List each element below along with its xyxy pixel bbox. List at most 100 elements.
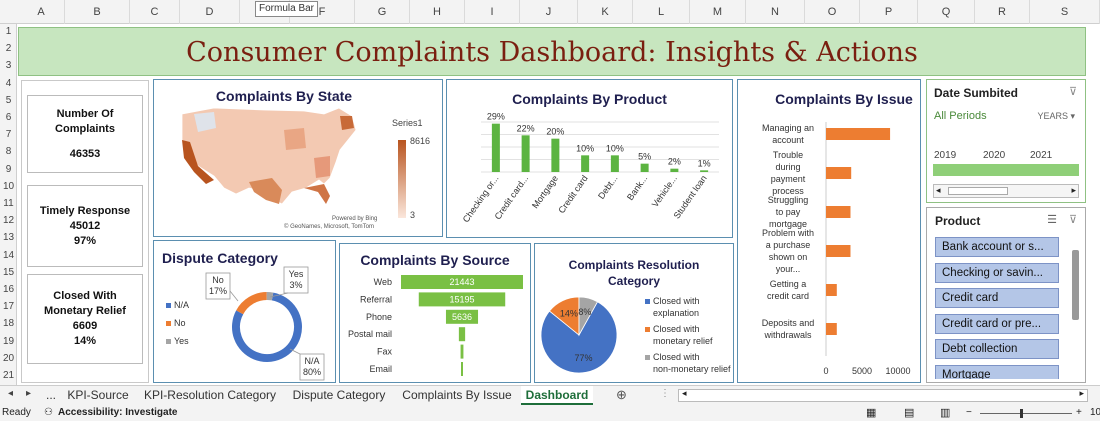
tab-kpi-resolution[interactable]: KPI-Resolution Category	[138, 386, 282, 405]
row-header-19[interactable]: 19	[0, 334, 17, 350]
row-header-5[interactable]: 5	[0, 93, 17, 109]
row-header-18[interactable]: 18	[0, 316, 17, 332]
row-header-17[interactable]: 17	[0, 299, 17, 315]
row-header-10[interactable]: 10	[0, 179, 17, 195]
slicer-item[interactable]: Debt collection	[935, 339, 1059, 359]
dispute-chart[interactable]: Dispute Category N/A No Yes N/A 80% No 17% Yes 3…	[153, 240, 336, 383]
row-header-bar: 1 2 3 4 5 6 7 8 9 10 11 12 13 14 15 16 17 18 19 20 21	[0, 24, 17, 385]
row-header-14[interactable]: 14	[0, 248, 17, 264]
zoom-in-icon[interactable]: +	[1076, 405, 1082, 421]
row-header-1[interactable]: 1	[0, 24, 17, 40]
more-sheets[interactable]: ...	[42, 386, 60, 405]
row-header-12[interactable]: 12	[0, 213, 17, 229]
horizontal-scrollbar[interactable]: ◂ ▸	[678, 388, 1088, 402]
slicer-item[interactable]: Credit card	[935, 288, 1059, 308]
slicer-scrollbar[interactable]	[1072, 250, 1079, 320]
page-layout-icon[interactable]: ▤	[904, 405, 914, 421]
scroll-right-icon[interactable]: ▸	[1071, 185, 1076, 196]
page-break-icon[interactable]: ▥	[940, 405, 950, 421]
row-header-15[interactable]: 15	[0, 265, 17, 281]
row-header-7[interactable]: 7	[0, 127, 17, 143]
data-label: 77%	[574, 353, 592, 363]
column-header-L[interactable]: L	[633, 0, 690, 24]
column-header-P[interactable]: P	[860, 0, 918, 24]
zoom-out-icon[interactable]: −	[966, 405, 972, 421]
column-header-G[interactable]: G	[355, 0, 410, 24]
scroll-left-icon[interactable]: ◂	[682, 388, 687, 399]
column-header-K[interactable]: K	[578, 0, 633, 24]
tab-dashboard[interactable]: Dashboard	[521, 386, 593, 405]
tab-kpi-source[interactable]: KPI-Source	[62, 386, 134, 405]
scroll-left-icon[interactable]: ◂	[936, 185, 941, 196]
normal-view-icon[interactable]: ▦	[866, 405, 876, 421]
row-header-2[interactable]: 2	[0, 41, 17, 57]
zoom-slider-thumb[interactable]	[1020, 409, 1023, 418]
funnel-bar	[460, 344, 464, 359]
category-line: Managing an	[762, 123, 814, 133]
scroll-right-icon[interactable]: ▸	[1079, 388, 1084, 399]
timeline-scrollbar[interactable]: ◂ ▸	[933, 184, 1079, 198]
slicer-item[interactable]: Credit card or pre...	[935, 313, 1059, 334]
slicer-item[interactable]: Mortgage	[935, 364, 1059, 379]
clear-filter-icon[interactable]: ⊽	[1069, 85, 1077, 98]
row-header-16[interactable]: 16	[0, 282, 17, 298]
column-header-A[interactable]: A	[18, 0, 65, 24]
column-header-N[interactable]: N	[746, 0, 805, 24]
column-header-O[interactable]: O	[805, 0, 860, 24]
category-line: credit card	[767, 291, 809, 301]
source-chart[interactable]: Complaints By Source 21443 Web 15195 Referr…	[339, 243, 531, 383]
chevron-down-icon: ▾	[1070, 111, 1075, 121]
column-header-M[interactable]: M	[690, 0, 746, 24]
product-slicer[interactable]: Product ☰ ⊽ Bank account or s... Checking…	[926, 207, 1086, 383]
accessibility-status[interactable]: Accessibility: Investigate	[58, 405, 178, 421]
column-header-B[interactable]: B	[65, 0, 130, 24]
product-chart[interactable]: Complaints By Product 29% Checking or... 2…	[446, 79, 733, 238]
column-header-S[interactable]: S	[1030, 0, 1100, 24]
row-header-9[interactable]: 9	[0, 162, 17, 178]
add-sheet-icon[interactable]: ⊕	[616, 387, 627, 403]
prev-sheet-icon[interactable]: ◂	[8, 388, 13, 399]
row-header-21[interactable]: 21	[0, 368, 17, 384]
zoom-level[interactable]: 10	[1090, 405, 1100, 421]
map-legend-max: 8616	[410, 136, 430, 146]
row-header-20[interactable]: 20	[0, 351, 17, 367]
sheet-options-icon[interactable]: ⋮	[660, 388, 670, 399]
resolution-chart[interactable]: Complaints Resolution Category 77% 14% 8% C…	[534, 243, 734, 383]
column-header-D[interactable]: D	[180, 0, 240, 24]
kpi-timely-response[interactable]: Timely Response 45012 97%	[27, 185, 143, 267]
date-slicer[interactable]: Date Sumbited ⊽ All Periods YEARS ▾ 2019…	[926, 79, 1086, 203]
dashboard-title-banner: Consumer Complaints Dashboard: Insights …	[18, 27, 1086, 76]
multi-select-icon[interactable]: ☰	[1047, 213, 1057, 226]
row-header-6[interactable]: 6	[0, 110, 17, 126]
row-header-3[interactable]: 3	[0, 58, 17, 74]
slicer-item[interactable]: Checking or savin...	[935, 262, 1059, 283]
column-header-H[interactable]: H	[410, 0, 465, 24]
zoom-slider[interactable]	[980, 413, 1072, 414]
tab-complaints-by-issue[interactable]: Complaints By Issue	[396, 386, 518, 405]
legend-swatch	[166, 303, 171, 308]
scroll-thumb[interactable]	[948, 187, 1008, 195]
next-sheet-icon[interactable]: ▸	[26, 388, 31, 399]
column-header-J[interactable]: J	[520, 0, 578, 24]
kpi-number-of-complaints[interactable]: Number Of Complaints 46353	[27, 95, 143, 173]
slicer-item[interactable]: Bank account or s...	[935, 237, 1059, 257]
legend-line: non-monetary relief	[653, 364, 731, 374]
row-header-13[interactable]: 13	[0, 230, 17, 246]
data-label: 10%	[576, 143, 594, 153]
column-header-I[interactable]: I	[465, 0, 520, 24]
column-header-Q[interactable]: Q	[918, 0, 975, 24]
column-header-C[interactable]: C	[130, 0, 180, 24]
row-header-11[interactable]: 11	[0, 196, 17, 212]
clear-filter-icon[interactable]: ⊽	[1069, 213, 1077, 226]
bar	[826, 323, 837, 335]
map-legend-series: Series1	[392, 118, 423, 128]
kpi-closed-monetary-relief[interactable]: Closed With Monetary Relief 6609 14%	[27, 274, 143, 364]
row-header-4[interactable]: 4	[0, 76, 17, 92]
timeline-bar[interactable]	[933, 164, 1079, 176]
tab-dispute-category[interactable]: Dispute Category	[288, 386, 390, 405]
state-map-chart[interactable]: Complaints By State Series1 8616 3 Power…	[153, 79, 443, 237]
time-level-dropdown[interactable]: YEARS ▾	[1037, 111, 1075, 122]
issue-chart[interactable]: Complaints By Issue Managing an account Tr…	[737, 79, 921, 383]
column-header-R[interactable]: R	[975, 0, 1030, 24]
row-header-8[interactable]: 8	[0, 144, 17, 160]
